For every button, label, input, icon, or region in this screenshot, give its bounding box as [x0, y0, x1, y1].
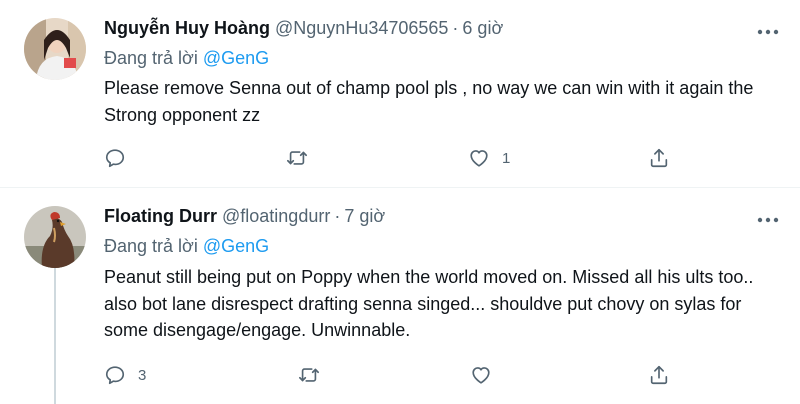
more-icon: [757, 29, 779, 35]
reply-count: 3: [138, 366, 147, 384]
like-count: 1: [502, 149, 511, 167]
like-button[interactable]: [470, 360, 504, 390]
heart-icon: [470, 150, 488, 167]
more-button[interactable]: [754, 210, 782, 230]
tweet-header: Floating Durr @floatingdurr · 7 giờ: [104, 206, 385, 232]
replying-to: Đang trả lời @GenG: [104, 236, 269, 257]
heart-icon: [472, 367, 490, 384]
timestamp[interactable]: 6 giờ: [462, 18, 503, 39]
more-button[interactable]: [754, 22, 782, 42]
replying-to: Đang trả lời @GenG: [104, 48, 269, 69]
reply-icon: [105, 149, 125, 168]
replying-to-label: Đang trả lời: [104, 48, 198, 68]
tweet-text: Peanut still being put on Poppy when the…: [104, 267, 754, 340]
share-icon: [650, 365, 668, 385]
like-button[interactable]: 1: [468, 143, 510, 173]
display-name[interactable]: Floating Durr: [104, 206, 217, 227]
retweet-icon: [287, 151, 307, 165]
tweet-actions: 3: [100, 360, 680, 390]
timestamp[interactable]: 7 giờ: [344, 206, 385, 227]
reply-icon: [105, 366, 125, 385]
replying-to-label: Đang trả lời: [104, 236, 198, 256]
share-icon: [650, 148, 668, 168]
separator: ·: [452, 18, 459, 38]
mention-link[interactable]: @GenG: [203, 236, 269, 256]
user-handle[interactable]: @floatingdurr: [222, 206, 330, 227]
tweet-2[interactable]: Floating Durr @floatingdurr · 7 giờ Đang…: [0, 188, 800, 404]
tweet-header: Nguyễn Huy Hoàng @NguynHu34706565 · 6 gi…: [104, 18, 503, 44]
tweet-1[interactable]: Nguyễn Huy Hoàng @NguynHu34706565 · 6 gi…: [0, 0, 800, 188]
avatar[interactable]: [24, 18, 86, 80]
tweet-actions: 1: [100, 143, 680, 173]
tweet-text: Please remove Senna out of champ pool pl…: [104, 78, 754, 125]
user-handle[interactable]: @NguynHu34706565: [275, 18, 448, 39]
avatar[interactable]: [24, 206, 86, 268]
more-icon: [757, 217, 779, 223]
retweet-button[interactable]: [298, 360, 332, 390]
mention-link[interactable]: @GenG: [203, 48, 269, 68]
share-button[interactable]: [648, 360, 670, 390]
display-name[interactable]: Nguyễn Huy Hoàng: [104, 18, 270, 39]
share-button[interactable]: [648, 143, 670, 173]
reply-button[interactable]: 3: [104, 360, 146, 390]
retweet-button[interactable]: [286, 143, 320, 173]
retweet-icon: [299, 368, 319, 382]
separator: ·: [334, 206, 341, 226]
reply-button[interactable]: [104, 143, 138, 173]
